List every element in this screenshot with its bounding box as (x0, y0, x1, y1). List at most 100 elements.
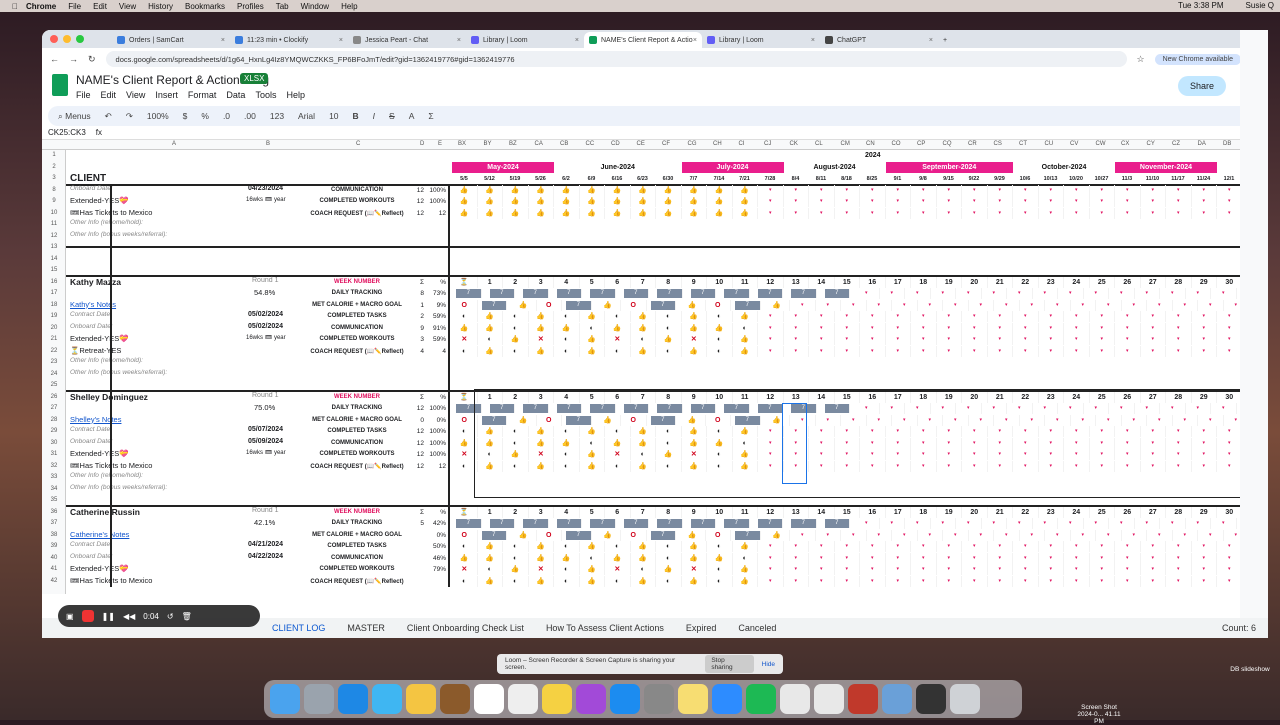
tab-chatgpt[interactable]: ChatGPT × (820, 32, 938, 48)
close-tab-icon[interactable]: × (811, 37, 815, 44)
forward-icon[interactable]: → (69, 54, 78, 64)
dropdown-cell[interactable]: ▾ (784, 541, 809, 552)
dropdown-cell[interactable]: ▾ (860, 345, 886, 357)
dropdown-cell[interactable]: ▾ (1186, 518, 1211, 529)
missed-circle-icon[interactable]: O (452, 529, 478, 541)
missed-circle-icon[interactable]: O (706, 299, 731, 311)
row-number[interactable]: 15 (44, 267, 64, 273)
checkbox-count-icon[interactable]: 7 (481, 300, 507, 310)
minimize-window-button[interactable] (63, 35, 71, 43)
thumbs-up-icon[interactable]: 👍 (605, 196, 631, 207)
missed-circle-icon[interactable]: O (706, 529, 731, 541)
thumbs-up-icon[interactable]: 👍 (554, 207, 580, 219)
user-name[interactable]: Susie Q (1246, 1, 1274, 10)
row-number[interactable]: 26 (44, 394, 64, 400)
dropdown-cell[interactable]: ▾ (988, 184, 1013, 196)
dropdown-cell[interactable]: ▾ (1166, 564, 1192, 575)
new-tab-button[interactable]: + (938, 32, 958, 48)
thumbs-up-icon[interactable]: 👍 (605, 322, 631, 334)
column-header[interactable]: CG (688, 141, 697, 147)
column-header[interactable]: DA (1198, 141, 1206, 147)
doc-menu-insert[interactable]: Insert (155, 90, 178, 100)
dropdown-cell[interactable]: ▾ (1109, 518, 1135, 529)
dropdown-cell[interactable]: ▾ (1064, 196, 1090, 207)
dropdown-cell[interactable]: ▾ (886, 345, 911, 357)
checkbox-count-icon[interactable]: 7 (590, 519, 616, 528)
half-moon-icon[interactable]: ◐ (554, 311, 580, 322)
row-number[interactable]: 12 (44, 233, 64, 239)
dropdown-cell[interactable]: ▾ (905, 288, 931, 299)
thumbs-up-icon[interactable]: 👍 (554, 184, 580, 196)
thumbs-up-icon[interactable]: 👍 (656, 207, 682, 219)
half-moon-icon[interactable]: ◐ (452, 541, 478, 552)
row-number[interactable]: 38 (44, 532, 64, 538)
thumbs-up-icon[interactable]: 👍 (682, 552, 707, 564)
back-icon[interactable]: ← (50, 54, 59, 64)
dropdown-cell[interactable]: ▾ (835, 345, 860, 357)
dropdown-cell[interactable]: ▾ (860, 322, 886, 334)
thumbs-up-icon[interactable]: 👍 (452, 184, 478, 196)
undo-icon[interactable]: ↶ (105, 111, 112, 122)
thumbs-up-icon[interactable]: 👍 (478, 207, 503, 219)
app-menu[interactable]: Chrome (26, 2, 56, 11)
dropdown-cell[interactable]: ▾ (1160, 288, 1186, 299)
spotify-icon[interactable] (746, 684, 776, 714)
dropdown-cell[interactable]: ▾ (1013, 207, 1039, 219)
thumbs-up-icon[interactable]: 👍 (682, 311, 707, 322)
column-header[interactable]: CS (994, 141, 1002, 147)
selected-range[interactable] (782, 403, 807, 484)
dropdown-cell[interactable]: ▾ (1166, 334, 1192, 345)
dropdown-cell[interactable]: ▾ (911, 322, 937, 334)
dropdown-cell[interactable]: ▾ (809, 541, 835, 552)
dropdown-cell[interactable]: ▾ (1192, 322, 1217, 334)
dropdown-cell[interactable]: ▾ (982, 288, 1007, 299)
dropdown-cell[interactable]: ▾ (1039, 345, 1064, 357)
row-number[interactable]: 1 (44, 152, 64, 158)
half-moon-icon[interactable]: ◐ (478, 334, 503, 345)
checkbox-count-icon[interactable]: 7 (523, 289, 549, 298)
dropdown-cell[interactable]: ▾ (1013, 334, 1039, 345)
thumbs-up-icon[interactable]: 👍 (682, 541, 707, 552)
dropdown-cell[interactable]: ▾ (1064, 575, 1090, 587)
dropdown-cell[interactable]: ▾ (911, 184, 937, 196)
dropdown-cell[interactable]: ▾ (962, 196, 988, 207)
checkbox-count-icon[interactable]: 7 (791, 289, 817, 298)
apple-icon[interactable]:  (12, 2, 18, 11)
column-header[interactable]: CA (535, 141, 543, 147)
dropdown-cell[interactable]: ▾ (988, 334, 1013, 345)
dropdown-cell[interactable]: ▾ (1166, 345, 1192, 357)
app-store-icon[interactable] (610, 684, 640, 714)
row-number[interactable]: 40 (44, 555, 64, 561)
dropdown-cell[interactable]: ▾ (809, 196, 835, 207)
column-header[interactable]: CV (1070, 141, 1078, 147)
column-header[interactable]: A (172, 141, 176, 147)
menu-tab[interactable]: Tab (276, 2, 289, 11)
dropdown-cell[interactable]: ▾ (937, 541, 962, 552)
half-moon-icon[interactable]: ◐ (452, 311, 478, 322)
menu-history[interactable]: History (148, 2, 173, 11)
sheet-tab-onboarding[interactable]: Client Onboarding Check List (407, 623, 524, 633)
thumbs-up-icon[interactable]: 👍 (631, 207, 656, 219)
half-moon-icon[interactable]: ◐ (580, 552, 605, 564)
strikethrough-icon[interactable]: S (389, 111, 395, 121)
dropdown-cell[interactable]: ▾ (988, 345, 1013, 357)
dropdown-cell[interactable]: ▾ (1084, 518, 1109, 529)
font-select[interactable]: Arial (298, 111, 315, 121)
dropdown-cell[interactable]: ▾ (835, 552, 860, 564)
close-tab-icon[interactable]: × (339, 37, 343, 44)
close-tab-icon[interactable]: × (693, 37, 697, 44)
dropdown-cell[interactable]: ▾ (1198, 299, 1224, 311)
thumbs-up-icon[interactable]: 👍 (554, 196, 580, 207)
dropdown-cell[interactable]: ▾ (1013, 184, 1039, 196)
dropdown-cell[interactable]: ▾ (988, 552, 1013, 564)
thumbs-up-icon[interactable]: 👍 (656, 564, 682, 575)
sheet-tab-assess[interactable]: How To Assess Client Actions (546, 623, 664, 633)
client-notes-link[interactable]: Catherine's Notes (70, 530, 129, 539)
checkbox-count-icon[interactable]: 7 (650, 300, 676, 310)
dropdown-cell[interactable]: ▾ (1039, 311, 1064, 322)
thumbs-up-icon[interactable]: 👍 (631, 575, 656, 587)
thumbs-up-icon[interactable]: 👍 (631, 541, 656, 552)
pause-icon[interactable]: ❚❚ (102, 612, 115, 621)
dropdown-cell[interactable]: ▾ (962, 345, 988, 357)
missed-circle-icon[interactable]: O (537, 529, 562, 541)
